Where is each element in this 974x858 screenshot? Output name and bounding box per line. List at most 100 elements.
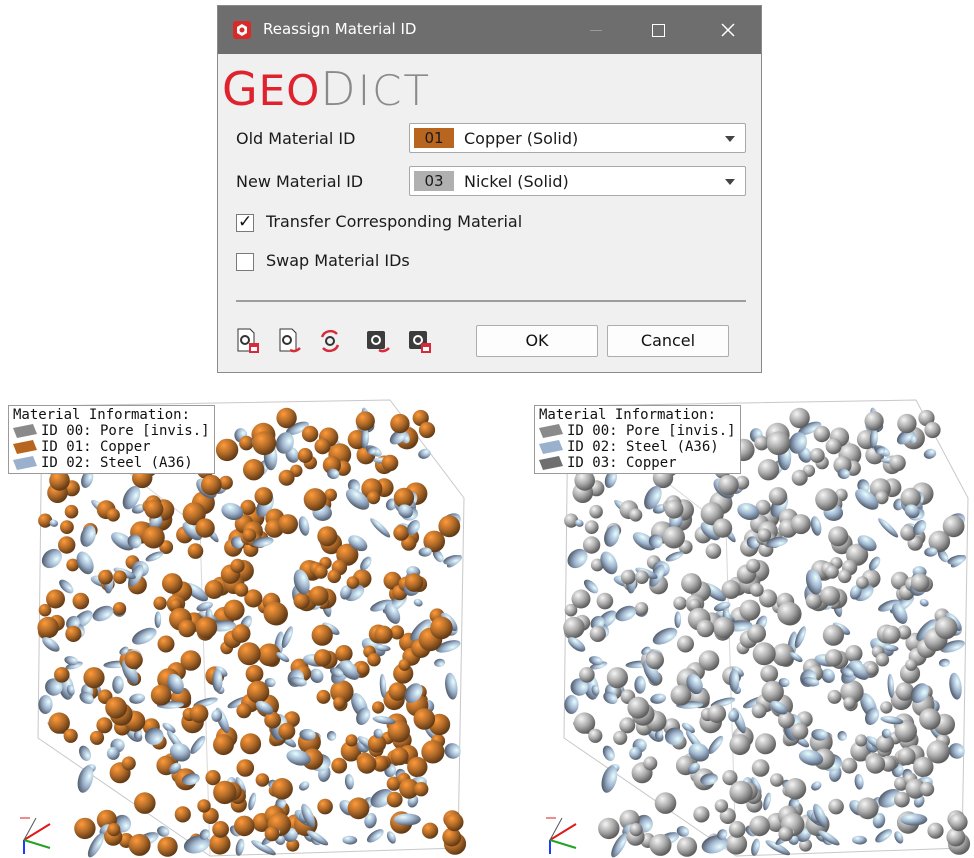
fiber bbox=[393, 813, 421, 826]
particle bbox=[65, 625, 82, 642]
particle bbox=[121, 756, 136, 771]
particle bbox=[393, 525, 410, 541]
particle bbox=[390, 747, 409, 766]
particle bbox=[430, 616, 453, 640]
particle bbox=[421, 740, 445, 764]
swap-material-label[interactable]: Swap Material IDs bbox=[266, 251, 410, 270]
swap-material-checkbox[interactable] bbox=[236, 253, 254, 271]
particle bbox=[327, 569, 342, 584]
particle bbox=[875, 653, 890, 667]
particle bbox=[721, 580, 741, 599]
particle bbox=[784, 778, 807, 800]
particle bbox=[813, 425, 830, 443]
fiber bbox=[923, 448, 937, 459]
legend-entry: ID 00: Pore [invis.] bbox=[13, 423, 210, 439]
particle bbox=[404, 573, 424, 592]
particle bbox=[635, 602, 649, 616]
fiber bbox=[248, 792, 257, 811]
fiber bbox=[602, 745, 615, 761]
particle bbox=[197, 799, 211, 813]
particle bbox=[927, 822, 944, 839]
minimize-button[interactable] bbox=[576, 16, 616, 44]
particle bbox=[809, 448, 825, 463]
structure-view-after[interactable]: Material Information: ID 00: Pore [invis… bbox=[526, 378, 974, 858]
old-material-id: 01 bbox=[414, 128, 454, 148]
particle bbox=[204, 580, 224, 599]
particle bbox=[681, 573, 702, 594]
close-button[interactable] bbox=[708, 16, 748, 44]
particle bbox=[820, 586, 840, 606]
reset-settings-icon[interactable] bbox=[318, 328, 342, 354]
particle bbox=[333, 696, 346, 709]
legend-title: Material Information: bbox=[13, 407, 191, 423]
axes-triad-icon bbox=[20, 817, 51, 854]
material-swatch-icon bbox=[13, 424, 37, 438]
fiber bbox=[434, 658, 446, 667]
legend-entry: ID 02: Steel (A36) bbox=[539, 439, 736, 455]
particle bbox=[254, 487, 273, 506]
fiber bbox=[298, 516, 310, 536]
fiber bbox=[129, 693, 146, 704]
cancel-button[interactable]: Cancel bbox=[607, 325, 729, 357]
particle bbox=[620, 569, 636, 585]
particle bbox=[223, 599, 245, 621]
particle bbox=[825, 565, 839, 579]
particle bbox=[57, 536, 76, 554]
particle bbox=[749, 815, 770, 837]
run-macro-icon[interactable] bbox=[366, 328, 390, 354]
ok-button[interactable]: OK bbox=[476, 325, 598, 357]
old-material-label: Old Material ID bbox=[236, 129, 356, 148]
particle bbox=[855, 734, 868, 747]
particle bbox=[347, 797, 370, 820]
particle bbox=[445, 813, 464, 832]
fiber bbox=[674, 611, 682, 628]
particle bbox=[827, 689, 842, 704]
particle bbox=[276, 407, 297, 429]
fiber bbox=[878, 518, 899, 538]
particle bbox=[367, 491, 381, 505]
particle bbox=[778, 826, 794, 842]
particle bbox=[894, 791, 910, 808]
fiber bbox=[751, 838, 760, 856]
particle bbox=[113, 602, 127, 616]
load-settings-icon[interactable] bbox=[236, 328, 260, 354]
particle bbox=[96, 717, 113, 734]
particle bbox=[714, 799, 729, 813]
fiber bbox=[854, 774, 864, 790]
particle bbox=[845, 645, 863, 663]
particle bbox=[388, 682, 408, 701]
particle bbox=[46, 589, 65, 609]
particle bbox=[195, 518, 215, 538]
particle bbox=[316, 689, 331, 704]
particle bbox=[150, 684, 172, 706]
particle bbox=[372, 701, 385, 714]
material-swatch-icon bbox=[13, 440, 37, 454]
new-material-select[interactable]: 03 Nickel (Solid) bbox=[409, 166, 746, 196]
fiber bbox=[112, 675, 124, 694]
particle bbox=[195, 616, 218, 639]
particle bbox=[664, 499, 684, 519]
particle bbox=[162, 573, 183, 594]
transfer-material-label[interactable]: Transfer Corresponding Material bbox=[266, 212, 522, 231]
old-material-select[interactable]: 01 Copper (Solid) bbox=[409, 123, 746, 153]
particle bbox=[308, 586, 329, 606]
structure-view-before[interactable]: Material Information: ID 00: Pore [invis… bbox=[0, 378, 480, 858]
particle bbox=[729, 734, 751, 756]
particle bbox=[596, 592, 614, 610]
material-swatch-icon bbox=[539, 456, 563, 470]
particle bbox=[213, 734, 234, 756]
particle bbox=[705, 543, 722, 559]
material-swatch-icon bbox=[539, 440, 563, 454]
maximize-button[interactable] bbox=[638, 16, 678, 44]
particle bbox=[777, 601, 801, 625]
transfer-material-checkbox[interactable]: ✓ bbox=[236, 212, 254, 232]
record-macro-icon[interactable] bbox=[408, 328, 432, 354]
title-bar[interactable]: Reassign Material ID bbox=[218, 6, 761, 54]
new-material-name: Nickel (Solid) bbox=[464, 172, 569, 191]
separator bbox=[236, 300, 746, 302]
particle bbox=[913, 756, 934, 778]
particle bbox=[757, 459, 780, 481]
particle bbox=[331, 757, 348, 774]
particle bbox=[438, 515, 461, 538]
save-settings-icon[interactable] bbox=[278, 328, 302, 354]
